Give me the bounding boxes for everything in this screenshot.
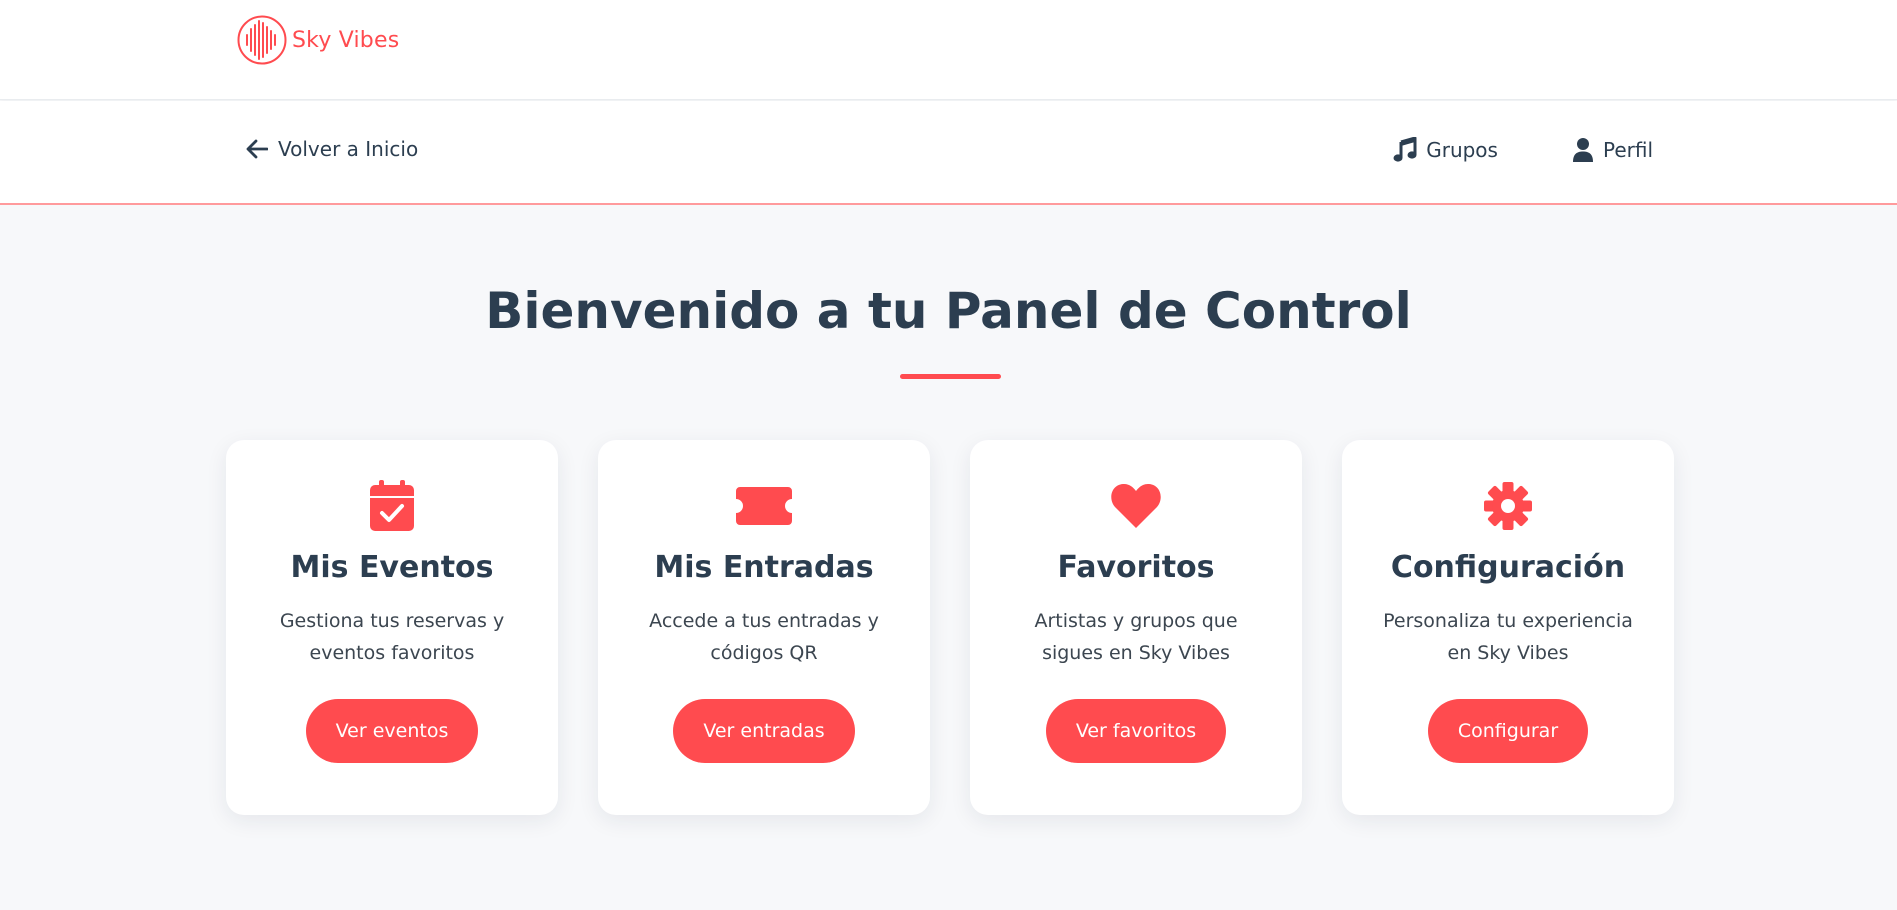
card-title: Configuración	[1390, 550, 1626, 585]
heart-icon	[1110, 480, 1162, 532]
gear-icon	[1483, 480, 1533, 532]
back-to-home-link[interactable]: Volver a Inicio	[246, 137, 418, 161]
card-description: Personaliza tu experiencia en Sky Vibes	[1383, 610, 1633, 664]
nav-item-grupos-label: Grupos	[1426, 138, 1498, 162]
arrow-left-icon	[246, 139, 268, 159]
page-title: Bienvenido a tu Panel de Control	[485, 282, 1412, 340]
configurar-button[interactable]: Configurar	[1427, 699, 1589, 763]
ver-eventos-button[interactable]: Ver eventos	[305, 699, 479, 763]
sub-navigation: Volver a Inicio Grupos Perfil	[0, 101, 1897, 205]
card-title: Favoritos	[1057, 550, 1215, 585]
ver-entradas-button[interactable]: Ver entradas	[673, 699, 855, 763]
nav-item-perfil-label: Perfil	[1602, 138, 1653, 162]
card-mis-entradas: Mis Entradas Accede a tus entradas y cód…	[598, 440, 930, 815]
ticket-icon	[735, 480, 793, 532]
user-nav: Grupos Perfil	[1393, 137, 1653, 163]
card-description: Gestiona tus reservas y eventos favorito…	[279, 610, 505, 664]
ver-favoritos-button[interactable]: Ver favoritos	[1045, 699, 1227, 763]
calendar-check-icon	[369, 480, 415, 532]
brand-name: Sky Vibes	[292, 27, 400, 53]
card-configuracion: Configuración Personaliza tu experiencia…	[1342, 440, 1674, 815]
card-description: Accede a tus entradas y códigos QR	[649, 610, 879, 664]
card-favoritos: Favoritos Artistas y grupos que sigues e…	[970, 440, 1302, 815]
soundwave-logo-icon	[237, 15, 287, 65]
nav-item-grupos[interactable]: Grupos	[1393, 137, 1498, 163]
card-description: Artistas y grupos que sigues en Sky Vibe…	[1034, 610, 1238, 664]
title-underline	[900, 374, 1001, 379]
card-title: Mis Entradas	[654, 550, 874, 585]
music-note-icon	[1393, 137, 1417, 162]
back-link-label: Volver a Inicio	[278, 137, 419, 161]
nav-item-perfil[interactable]: Perfil	[1572, 137, 1653, 163]
card-mis-eventos: Mis Eventos Gestiona tus reservas y even…	[226, 440, 558, 815]
card-title: Mis Eventos	[290, 550, 494, 585]
dashboard-cards: Mis Eventos Gestiona tus reservas y even…	[226, 440, 1674, 815]
user-icon	[1572, 138, 1593, 162]
brand-logo[interactable]: Sky Vibes	[236, 15, 399, 65]
top-header: Sky Vibes	[0, 0, 1897, 100]
